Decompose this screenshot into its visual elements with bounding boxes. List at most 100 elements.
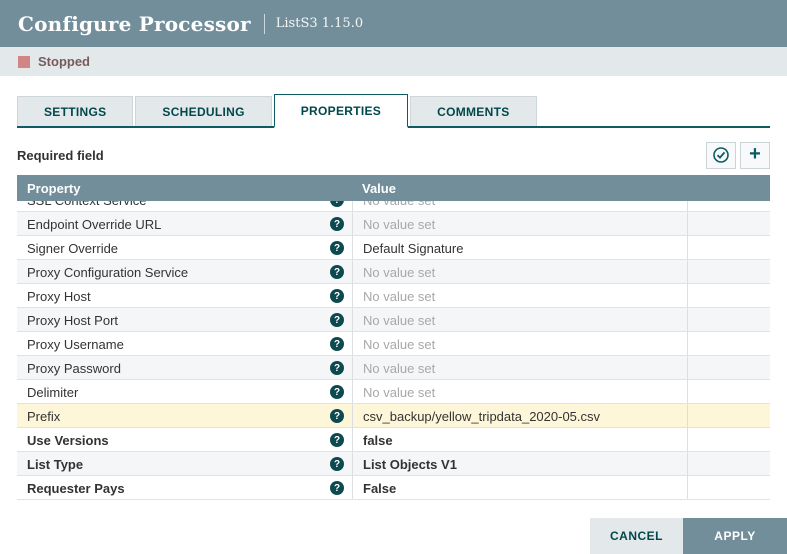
tab-properties[interactable]: PROPERTIES xyxy=(274,94,408,128)
property-name: SSL Context Service xyxy=(27,201,146,208)
property-value-cell[interactable]: No value set xyxy=(352,308,687,332)
dialog-title: Configure Processor xyxy=(18,12,251,36)
property-row[interactable]: Proxy Configuration Service?No value set xyxy=(17,260,770,284)
property-row[interactable]: Signer Override? Default Signature xyxy=(17,236,770,260)
property-name-cell: Proxy Host? xyxy=(17,284,352,308)
property-name-cell: Use Versions? xyxy=(17,428,352,452)
dialog-titlebar: Configure Processor ListS3 1.15.0 xyxy=(0,0,787,47)
help-icon: ? xyxy=(330,241,344,255)
property-name: Prefix xyxy=(27,409,60,424)
property-value: csv_backup/yellow_tripdata_2020-05.csv xyxy=(363,409,600,424)
dialog-footer: CANCEL APPLY xyxy=(590,518,787,554)
row-filler-cell xyxy=(687,356,770,380)
property-row[interactable]: Endpoint Override URL? No value set xyxy=(17,212,770,236)
help-icon: ? xyxy=(330,217,344,231)
status-label: Stopped xyxy=(38,54,90,69)
properties-table-body[interactable]: SSL Context Service?No value setEndpoint… xyxy=(17,201,770,500)
property-value-cell[interactable]: No value set xyxy=(352,260,687,284)
help-icon: ? xyxy=(330,313,344,327)
help-icon: ? xyxy=(330,481,344,495)
property-value-cell[interactable]: No value set xyxy=(352,356,687,380)
property-name: Proxy Host xyxy=(27,289,91,304)
property-value: No value set xyxy=(363,217,435,232)
property-value: List Objects V1 xyxy=(363,457,457,472)
configure-processor-dialog: Configure Processor ListS3 1.15.0 Stoppe… xyxy=(0,0,787,554)
property-value-cell[interactable]: No value set xyxy=(352,380,687,404)
column-header-property: Property xyxy=(17,181,352,196)
property-name-cell: Endpoint Override URL? xyxy=(17,212,352,236)
property-row[interactable]: Proxy Password? No value set xyxy=(17,356,770,380)
property-row[interactable]: Delimiter?No value set xyxy=(17,380,770,404)
property-name-cell: Proxy Username? xyxy=(17,332,352,356)
property-name-cell: Signer Override? xyxy=(17,236,352,260)
property-value-cell[interactable]: List Objects V1 xyxy=(352,452,687,476)
property-value: No value set xyxy=(363,313,435,328)
property-value: false xyxy=(363,433,393,448)
row-filler-cell xyxy=(687,201,770,212)
help-icon: ? xyxy=(330,361,344,375)
property-row[interactable]: Proxy Host Port? No value set xyxy=(17,308,770,332)
property-value: No value set xyxy=(363,265,435,280)
property-name-cell: List Type? xyxy=(17,452,352,476)
property-row[interactable]: Use Versions? false xyxy=(17,428,770,452)
property-name: Use Versions xyxy=(27,433,109,448)
property-value-cell[interactable]: No value set xyxy=(352,212,687,236)
property-name-cell: Proxy Host Port? xyxy=(17,308,352,332)
row-filler-cell xyxy=(687,332,770,356)
row-filler-cell xyxy=(687,428,770,452)
property-value: No value set xyxy=(363,289,435,304)
row-filler-cell xyxy=(687,452,770,476)
property-value-cell[interactable]: Default Signature xyxy=(352,236,687,260)
tab-settings[interactable]: SETTINGS xyxy=(17,96,133,126)
property-name: List Type xyxy=(27,457,83,472)
property-value-cell[interactable]: No value set xyxy=(352,284,687,308)
property-row[interactable]: Requester Pays?False xyxy=(17,476,770,500)
help-icon: ? xyxy=(330,265,344,279)
property-name: Proxy Password xyxy=(27,361,121,376)
verify-properties-button[interactable] xyxy=(706,142,736,169)
property-value-cell[interactable]: No value set xyxy=(352,201,687,212)
property-row[interactable]: Prefix? csv_backup/yellow_tripdata_2020-0… xyxy=(17,404,770,428)
cancel-button[interactable]: CANCEL xyxy=(590,518,683,554)
row-filler-cell xyxy=(687,212,770,236)
tab-scheduling[interactable]: SCHEDULING xyxy=(135,96,271,126)
tab-bar: SETTINGSSCHEDULINGPROPERTIESCOMMENTS xyxy=(17,96,770,128)
property-name-cell: SSL Context Service? xyxy=(17,201,352,212)
property-row[interactable]: List Type? List Objects V1 xyxy=(17,452,770,476)
help-icon: ? xyxy=(330,337,344,351)
add-property-button[interactable]: + xyxy=(740,142,770,169)
dialog-content: SETTINGSSCHEDULINGPROPERTIESCOMMENTS Req… xyxy=(0,76,787,500)
help-icon: ? xyxy=(330,201,344,207)
stopped-square-icon xyxy=(18,56,30,68)
property-name: Delimiter xyxy=(27,385,78,400)
row-filler-cell xyxy=(687,260,770,284)
properties-table: Property Value SSL Context Service?No va… xyxy=(17,175,770,500)
property-value-cell[interactable]: false xyxy=(352,428,687,452)
row-filler-cell xyxy=(687,308,770,332)
help-icon: ? xyxy=(330,409,344,423)
property-row[interactable]: Proxy Username?No value set xyxy=(17,332,770,356)
properties-table-header: Property Value xyxy=(17,175,770,201)
property-value: False xyxy=(363,481,396,496)
title-separator xyxy=(264,14,265,34)
apply-button[interactable]: APPLY xyxy=(683,518,787,554)
properties-toolbar: Required field + xyxy=(17,141,770,169)
tab-comments[interactable]: COMMENTS xyxy=(410,96,536,126)
help-icon: ? xyxy=(330,457,344,471)
property-value-cell[interactable]: csv_backup/yellow_tripdata_2020-05.csv xyxy=(352,404,687,428)
property-row[interactable]: Proxy Host? No value set xyxy=(17,284,770,308)
row-filler-cell xyxy=(687,236,770,260)
property-name-cell: Delimiter? xyxy=(17,380,352,404)
property-value: Default Signature xyxy=(363,241,463,256)
help-icon: ? xyxy=(330,385,344,399)
row-filler-cell xyxy=(687,284,770,308)
property-row[interactable]: SSL Context Service?No value set xyxy=(17,201,770,212)
row-filler-cell xyxy=(687,380,770,404)
property-name: Signer Override xyxy=(27,241,118,256)
toolbar-actions: + xyxy=(706,142,770,169)
property-value-cell[interactable]: No value set xyxy=(352,332,687,356)
property-value-cell[interactable]: False xyxy=(352,476,687,500)
processor-status-bar: Stopped xyxy=(0,47,787,76)
help-icon: ? xyxy=(330,289,344,303)
property-name: Endpoint Override URL xyxy=(27,217,161,232)
